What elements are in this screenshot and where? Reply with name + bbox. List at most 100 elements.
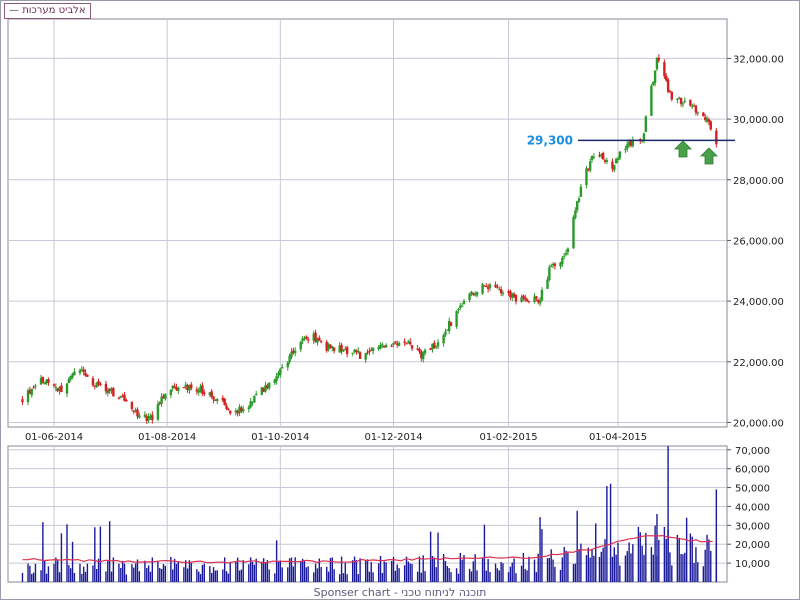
volume-bar [390,561,393,582]
volume-bar [366,559,369,582]
volume-bar [314,563,317,582]
volume-bar [405,556,408,582]
volume-bar [611,556,614,582]
volume-bar [68,565,70,582]
volume-bar [552,559,554,582]
candle-down [225,405,228,409]
volume-bar [357,574,359,582]
volume-bar [676,534,679,582]
price-y-tick-label: 28,000.00 [733,176,784,187]
volume-bar [418,556,421,582]
candle-up [156,404,160,420]
volume-bar [344,563,346,582]
candle-up [501,292,505,294]
volume-bar [175,563,178,582]
volume-bar [81,573,83,582]
candle-down [227,408,230,410]
candle-up [421,352,425,360]
candle-down [405,343,408,345]
volume-bar [697,562,699,582]
candle-up [572,217,575,249]
volume-bar [396,564,398,582]
candle-down [403,341,406,343]
candle-down [702,112,705,117]
candle-down [657,57,661,61]
candle-down [203,392,206,395]
candle-up [575,201,579,211]
volume-bar [494,563,497,582]
volume-bar [144,560,146,582]
candle-down [212,396,215,400]
candle-down [449,322,453,326]
candle-up [605,160,609,162]
volume-bar [548,557,551,582]
volume-bar [240,569,243,582]
candle-down [514,295,518,302]
volume-bar [255,558,257,582]
volume-bar [489,572,491,582]
candle-up [653,70,657,84]
volume-bar [654,525,656,582]
volume-bar [498,570,500,582]
volume-bar [500,562,502,582]
volume-bar [58,572,61,582]
volume-bar [173,558,176,582]
volume-bar [55,557,57,582]
candle-up [618,151,622,159]
candle-down [527,301,531,303]
candle-down [663,62,666,77]
volume-bar [528,556,530,582]
candle-up [357,350,360,353]
volume-bar [481,558,484,582]
volume-bar [351,560,354,582]
volume-bar [277,560,280,582]
volume-bar [379,556,382,582]
candle-up [562,255,566,257]
candle-up [520,297,523,302]
candle-up [540,289,544,301]
volume-bar [355,560,358,582]
volume-bar [585,555,588,582]
volume-bar [619,565,621,582]
volume-bar [82,566,85,582]
volume-bar [524,569,526,582]
volume-bar [262,558,265,582]
volume-bar [598,556,601,582]
candle-down [394,341,397,343]
volume-bar [287,567,289,582]
volume-bar [684,552,686,582]
x-tick-label: 01-08-2014 [138,432,196,443]
volume-bar [138,571,141,582]
candle-down [82,369,85,372]
volume-bar [606,486,608,582]
volume-bar [587,547,590,582]
volume-bar [463,555,465,582]
volume-bar [86,563,89,582]
volume-bar [628,542,630,582]
volume-bar [108,521,111,582]
volume-bar [602,547,604,582]
volume-bar [680,553,682,582]
volume-bar [472,561,474,582]
candle-up [644,116,648,133]
volume-bar [32,572,35,582]
candle-up [255,394,258,396]
volume-bar [444,560,447,582]
volume-bar [183,567,185,582]
volume-bar [149,571,152,582]
volume-bar [669,552,671,582]
volume-bar [574,563,577,582]
volume-bar [160,568,163,582]
volume-bar [29,565,31,582]
candle-down [709,121,712,130]
candle-up [73,371,76,376]
volume-y-tick-label: 60,000 [735,465,770,476]
volume-bar [613,547,615,582]
volume-bar [710,550,712,582]
volume-bar [448,568,450,582]
candle-up [616,158,620,161]
candle-up [30,388,33,396]
volume-bar [294,557,296,582]
legend: — אלביט מערכות [4,3,91,19]
candle-down [340,344,343,351]
